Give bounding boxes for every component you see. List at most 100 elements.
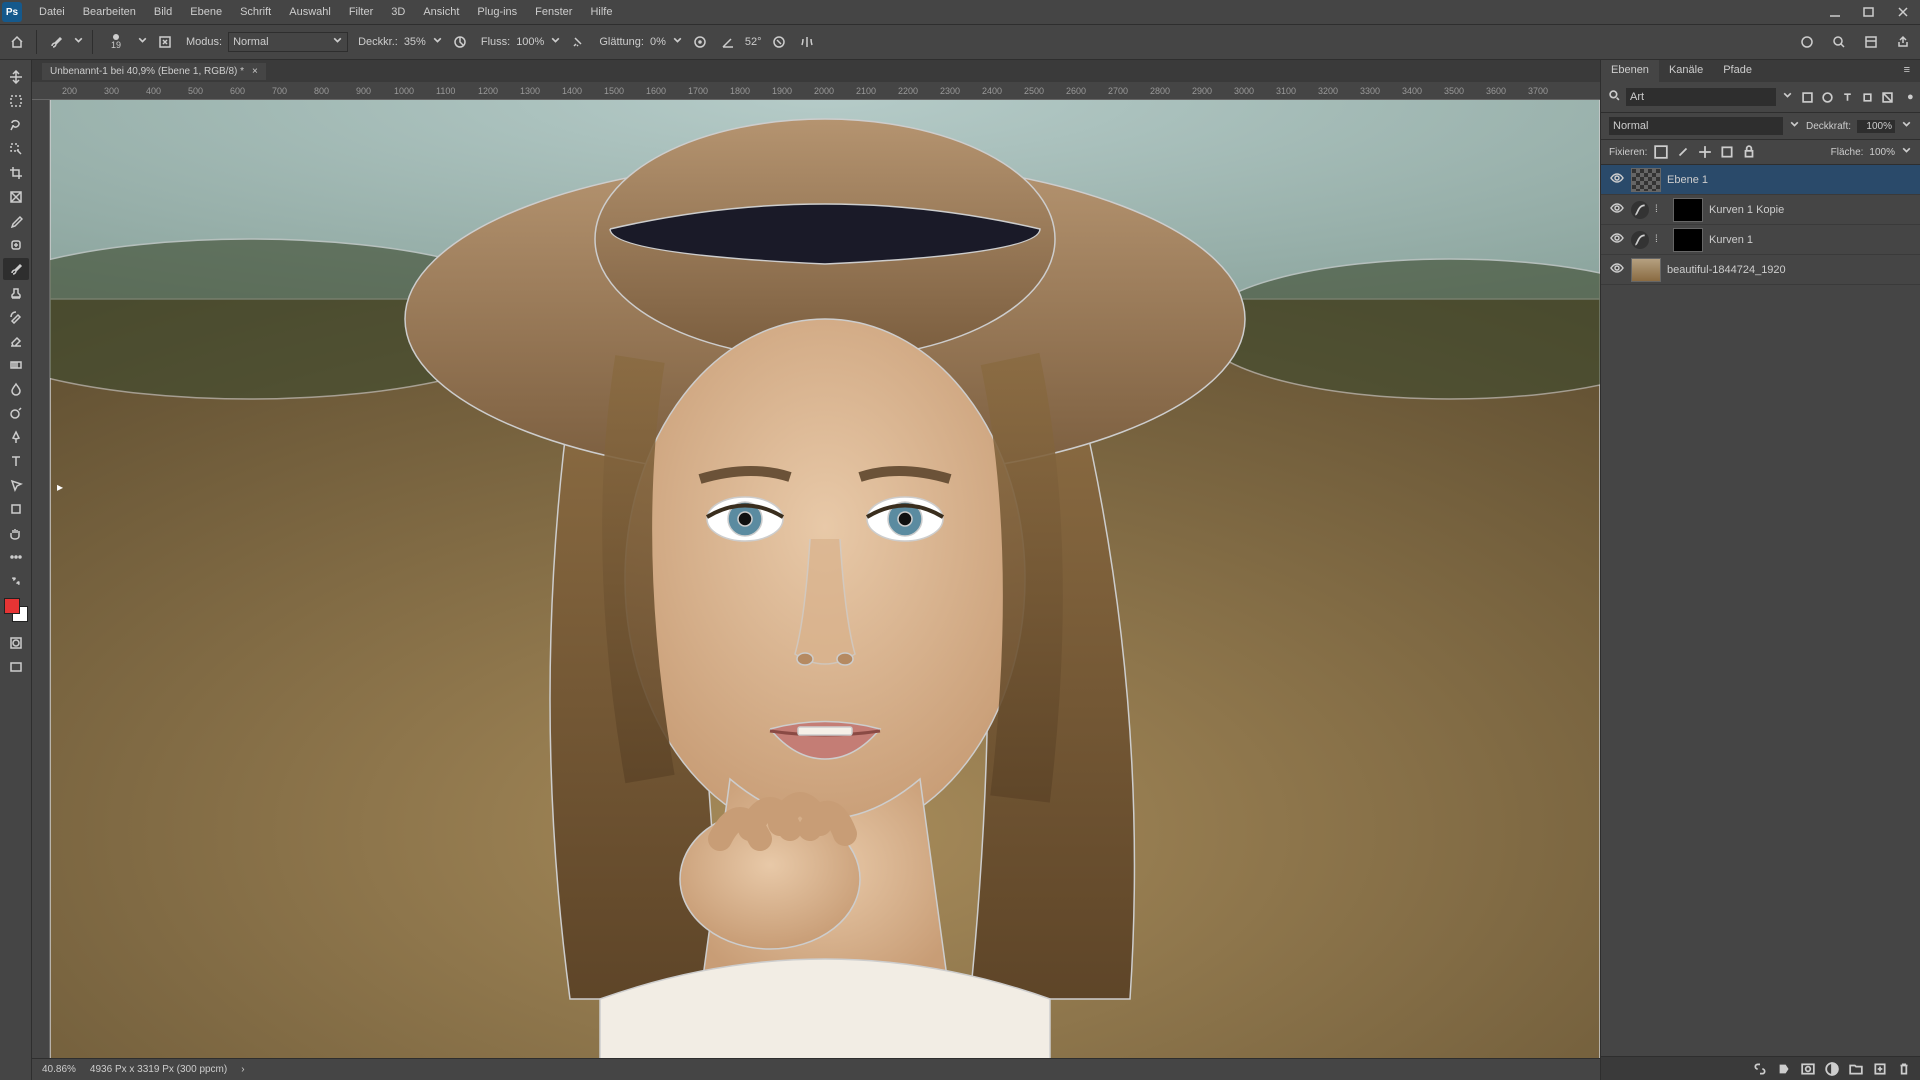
tab-pfade[interactable]: Pfade xyxy=(1713,60,1762,82)
smoothing-options-icon[interactable] xyxy=(689,31,711,53)
layer-name[interactable]: Kurven 1 xyxy=(1709,234,1912,246)
menu-fenster[interactable]: Fenster xyxy=(526,3,581,21)
close-tab-icon[interactable]: × xyxy=(252,66,258,77)
history-brush-tool[interactable] xyxy=(3,306,29,328)
smoothing-dropdown-icon[interactable] xyxy=(672,35,683,49)
filter-dropdown-icon[interactable] xyxy=(1782,90,1793,104)
menu-hilfe[interactable]: Hilfe xyxy=(581,3,621,21)
angle-icon[interactable] xyxy=(717,31,739,53)
menu-ansicht[interactable]: Ansicht xyxy=(414,3,468,21)
window-minimize-icon[interactable] xyxy=(1818,0,1852,24)
visibility-toggle-icon[interactable] xyxy=(1609,171,1625,188)
opacity-dropdown-icon-2[interactable] xyxy=(1901,119,1912,133)
blur-tool[interactable] xyxy=(3,378,29,400)
more-tools[interactable] xyxy=(3,546,29,568)
filter-smart-icon[interactable] xyxy=(1879,89,1895,105)
layer-name[interactable]: beautiful-1844724_1920 xyxy=(1667,264,1912,276)
document-tab[interactable]: Unbenannt-1 bei 40,9% (Ebene 1, RGB/8) *… xyxy=(42,63,266,80)
path-select-tool[interactable] xyxy=(3,474,29,496)
fill-dropdown-icon[interactable] xyxy=(1901,145,1912,159)
layer-thumbnail[interactable] xyxy=(1631,258,1661,282)
lock-trans-icon[interactable] xyxy=(1653,144,1669,160)
canvas-viewport[interactable]: ▸ xyxy=(32,100,1600,1058)
opacity-value[interactable]: 35% xyxy=(404,36,426,48)
marquee-tool[interactable] xyxy=(3,90,29,112)
airbrush-icon[interactable] xyxy=(567,31,589,53)
filter-shape-icon[interactable] xyxy=(1859,89,1875,105)
layer-filter-input[interactable] xyxy=(1626,88,1776,106)
canvas[interactable] xyxy=(50,100,1600,1058)
quick-mask-icon[interactable] xyxy=(3,632,29,654)
document-dimensions[interactable]: 4936 Px x 3319 Px (300 ppcm) xyxy=(90,1064,227,1075)
tab-kanaele[interactable]: Kanäle xyxy=(1659,60,1713,82)
menu-schrift[interactable]: Schrift xyxy=(231,3,280,21)
screen-mode-icon[interactable] xyxy=(3,656,29,678)
window-close-icon[interactable] xyxy=(1886,0,1920,24)
ruler-horizontal[interactable]: 2003004005006007008009001000110012001300… xyxy=(32,82,1600,100)
type-tool[interactable] xyxy=(3,450,29,472)
blend-dropdown-icon[interactable] xyxy=(1789,119,1800,133)
eyedropper-tool[interactable] xyxy=(3,210,29,232)
menu-bearbeiten[interactable]: Bearbeiten xyxy=(74,3,145,21)
layer-row-background[interactable]: beautiful-1844724_1920 xyxy=(1601,255,1920,285)
link-layers-icon[interactable] xyxy=(1752,1061,1768,1077)
tab-ebenen[interactable]: Ebenen xyxy=(1601,60,1659,82)
menu-datei[interactable]: Datei xyxy=(30,3,74,21)
layer-name[interactable]: Kurven 1 Kopie xyxy=(1709,204,1912,216)
link-mask-icon[interactable]: ⁞ xyxy=(1655,234,1667,245)
symmetry-icon[interactable] xyxy=(796,31,818,53)
dodge-tool[interactable] xyxy=(3,402,29,424)
filter-pixel-icon[interactable] xyxy=(1799,89,1815,105)
delete-layer-icon[interactable] xyxy=(1896,1061,1912,1077)
layer-opacity-value[interactable]: 100% xyxy=(1857,120,1895,133)
lock-position-icon[interactable] xyxy=(1697,144,1713,160)
flow-dropdown-icon[interactable] xyxy=(550,35,561,49)
link-mask-icon[interactable]: ⁞ xyxy=(1655,204,1667,215)
object-select-tool[interactable] xyxy=(3,138,29,160)
window-maximize-icon[interactable] xyxy=(1852,0,1886,24)
curves-adjust-icon[interactable] xyxy=(1631,231,1649,249)
menu-3d[interactable]: 3D xyxy=(382,3,414,21)
share-icon[interactable] xyxy=(1892,31,1914,53)
filter-toggle-icon[interactable]: ● xyxy=(1907,91,1914,103)
color-swap-icon[interactable] xyxy=(3,570,29,592)
healing-tool[interactable] xyxy=(3,234,29,256)
brush-panel-toggle-icon[interactable] xyxy=(154,31,176,53)
menu-bild[interactable]: Bild xyxy=(145,3,181,21)
layer-mask-thumb[interactable] xyxy=(1673,198,1703,222)
zoom-level[interactable]: 40.86% xyxy=(42,1064,76,1075)
visibility-toggle-icon[interactable] xyxy=(1609,231,1625,248)
cloud-documents-icon[interactable] xyxy=(1796,31,1818,53)
opacity-dropdown-icon[interactable] xyxy=(432,35,443,49)
angle-value[interactable]: 52° xyxy=(745,36,762,48)
brush-preset-picker[interactable]: 19 xyxy=(101,27,131,57)
layer-row-kurven-1-kopie[interactable]: ⁞ Kurven 1 Kopie xyxy=(1601,195,1920,225)
eraser-tool[interactable] xyxy=(3,330,29,352)
layer-style-icon[interactable] xyxy=(1776,1061,1792,1077)
status-arrow-icon[interactable]: › xyxy=(241,1064,244,1075)
menu-plugins[interactable]: Plug-ins xyxy=(468,3,526,21)
visibility-toggle-icon[interactable] xyxy=(1609,261,1625,278)
tool-preset-dropdown-icon[interactable] xyxy=(73,35,84,49)
smoothing-value[interactable]: 0% xyxy=(650,36,666,48)
layer-name[interactable]: Ebene 1 xyxy=(1667,174,1912,186)
panel-menu-icon[interactable]: ≡ xyxy=(1894,60,1920,82)
crop-tool[interactable] xyxy=(3,162,29,184)
lasso-tool[interactable] xyxy=(3,114,29,136)
new-layer-icon[interactable] xyxy=(1872,1061,1888,1077)
menu-ebene[interactable]: Ebene xyxy=(181,3,231,21)
blend-mode-select[interactable]: Normal xyxy=(228,32,348,52)
layer-row-ebene-1[interactable]: Ebene 1 xyxy=(1601,165,1920,195)
filter-type-icon[interactable] xyxy=(1839,89,1855,105)
size-pressure-icon[interactable] xyxy=(768,31,790,53)
frame-tool[interactable] xyxy=(3,186,29,208)
flow-value[interactable]: 100% xyxy=(516,36,544,48)
lock-pixels-icon[interactable] xyxy=(1675,144,1691,160)
pen-tool[interactable] xyxy=(3,426,29,448)
move-tool[interactable] xyxy=(3,66,29,88)
brush-preset-dropdown-icon[interactable] xyxy=(137,35,148,49)
home-icon[interactable] xyxy=(6,31,28,53)
layer-thumbnail[interactable] xyxy=(1631,168,1661,192)
lock-nested-icon[interactable] xyxy=(1719,144,1735,160)
ruler-vertical[interactable] xyxy=(32,100,50,1058)
